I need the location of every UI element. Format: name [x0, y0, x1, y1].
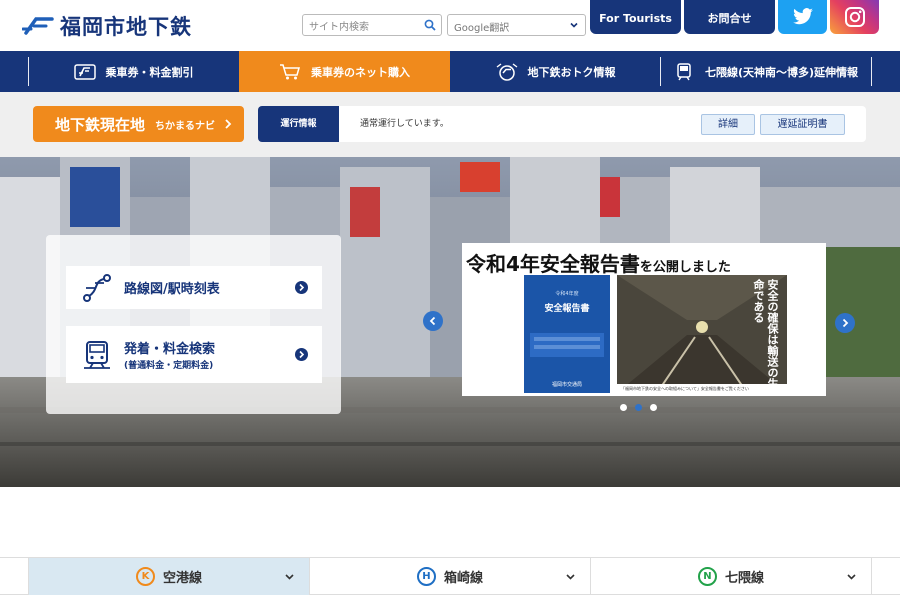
- report-footer: 福岡市交通局: [551, 382, 582, 388]
- report-year: 令和4年度: [555, 291, 579, 297]
- line-badge-k: K: [135, 567, 155, 586]
- subway-logo-icon: [22, 17, 54, 35]
- hero-section: 路線図/駅時刻表 発着・料金検索 (普通料金・定期料金) 令和4年安全報告書を公…: [0, 157, 900, 487]
- route-map-button[interactable]: 路線図/駅時刻表: [66, 266, 322, 309]
- status-text: 通常運行しています。: [360, 119, 449, 129]
- nav-item-label: 七隈線(天神南〜博多)延伸情報: [704, 65, 859, 79]
- tab-kuko-line[interactable]: K 空港線: [29, 558, 309, 595]
- chevron-right-circle-icon: [295, 281, 308, 294]
- fare-search-button[interactable]: 発着・料金検索 (普通料金・定期料金): [66, 326, 322, 383]
- instagram-button[interactable]: [830, 0, 879, 34]
- translate-select[interactable]: Google翻訳: [447, 14, 586, 36]
- ticket-icon: [73, 63, 96, 80]
- chevron-down-icon: [566, 574, 575, 580]
- line-badge-n: N: [697, 567, 717, 586]
- nav-item-label: 乗車券のネット購入: [311, 65, 410, 79]
- site-logo-text: 福岡市地下鉄: [60, 15, 192, 39]
- nav-item-deals[interactable]: 地下鉄おトク情報: [451, 51, 660, 92]
- tab-nanakuma-line[interactable]: N 七隈線: [591, 558, 871, 595]
- safety-report-banner[interactable]: 令和4年安全報告書を公開しました 令和4年度 安全報告書 福岡市交通局 安全の確…: [462, 243, 826, 396]
- chevron-right-circle-icon: [295, 348, 308, 361]
- carousel-next-button[interactable]: [835, 313, 855, 333]
- banner-title: 令和4年安全報告書を公開しました: [466, 248, 731, 277]
- fare-search-labels: 発着・料金検索 (普通料金・定期料金): [124, 338, 215, 371]
- cart-icon: [280, 63, 300, 79]
- search-input[interactable]: [303, 17, 421, 38]
- nav-item-label: 乗車券・料金割引: [105, 65, 194, 79]
- nav-item-label: 地下鉄おトク情報: [527, 65, 616, 79]
- banner-title-tail: を公開しました: [639, 260, 731, 275]
- subway-location-button[interactable]: 地下鉄現在地 ちかまるナビ: [33, 106, 244, 142]
- safety-slogan: 安全の確保は輸送の生命である: [752, 279, 779, 389]
- main-nav: 乗車券・料金割引 乗車券のネット購入 地下鉄おトク情報 七隈線(天神南〜博多)延…: [0, 51, 900, 92]
- chevron-down-icon: [285, 574, 294, 580]
- quick-links-panel: 路線図/駅時刻表 発着・料金検索 (普通料金・定期料金): [46, 235, 341, 414]
- nav-item-tickets[interactable]: 乗車券・料金割引: [29, 51, 238, 92]
- line-tabs: K 空港線 H 箱崎線 N 七隈線: [0, 557, 900, 595]
- delay-certificate-button[interactable]: 遅延証明書: [760, 114, 845, 135]
- site-logo[interactable]: 福岡市地下鉄: [22, 11, 192, 41]
- chevron-down-icon: [847, 574, 856, 580]
- search-icon[interactable]: [424, 19, 436, 31]
- contact-button[interactable]: お問合せ: [684, 0, 775, 34]
- site-header: 福岡市地下鉄 Google翻訳 For Tourists お問合せ: [0, 0, 900, 51]
- twitter-button[interactable]: [778, 0, 827, 34]
- line-name: 空港線: [162, 571, 202, 586]
- tab-divider: [871, 558, 872, 595]
- translate-label: Google翻訳: [454, 23, 510, 34]
- line-name: 箱崎線: [443, 571, 483, 586]
- line-badge-h: H: [416, 567, 436, 586]
- for-tourists-button[interactable]: For Tourists: [590, 0, 681, 34]
- nav-divider: [871, 57, 872, 86]
- carousel-prev-button[interactable]: [423, 311, 443, 331]
- twitter-icon: [792, 8, 813, 25]
- chevron-right-icon: [842, 318, 849, 328]
- report-title: 安全報告書: [544, 304, 590, 314]
- report-cover: 令和4年度 安全報告書 福岡市交通局: [524, 275, 610, 393]
- carousel-dot-active[interactable]: [635, 404, 642, 411]
- chevron-right-icon: [225, 119, 232, 129]
- route-map-label: 路線図/駅時刻表: [124, 282, 220, 297]
- tab-hakozaki-line[interactable]: H 箱崎線: [310, 558, 590, 595]
- route-map-icon: [83, 273, 111, 302]
- site-search[interactable]: [302, 14, 442, 38]
- line-name: 七隈線: [724, 571, 764, 586]
- coupon-icon: [496, 62, 517, 81]
- operation-status: 運行情報 通常運行しています。 詳細 遅延証明書: [258, 106, 866, 142]
- detail-button[interactable]: 詳細: [701, 114, 755, 135]
- banner-caption: 「福岡市地下鉄の安全への取組みについて」安全報告書をご覧ください: [617, 384, 787, 394]
- tunnel-photo: 安全の確保は輸送の生命である: [617, 275, 787, 393]
- chevron-left-icon: [429, 316, 436, 326]
- nav-item-nanakuma-extension[interactable]: 七隈線(天神南〜博多)延伸情報: [661, 51, 870, 92]
- report-cover-illustration: [530, 333, 604, 357]
- banner-title-main: 令和4年安全報告書: [466, 252, 640, 276]
- info-bar: 地下鉄現在地 ちかまるナビ 運行情報 通常運行しています。 詳細 遅延証明書: [0, 92, 900, 157]
- location-sub-label: ちかまるナビ: [155, 120, 216, 132]
- carousel-dot[interactable]: [650, 404, 657, 411]
- instagram-icon: [844, 7, 865, 27]
- fare-search-label: 発着・料金検索: [124, 342, 216, 357]
- location-main-label: 地下鉄現在地: [55, 115, 146, 134]
- carousel-dot[interactable]: [620, 404, 627, 411]
- train-front-icon: [84, 340, 110, 369]
- status-label: 運行情報: [258, 106, 339, 142]
- fare-search-sublabel: (普通料金・定期料金): [124, 361, 214, 371]
- train-icon: [677, 62, 691, 80]
- chevron-down-icon: [570, 22, 578, 28]
- nav-item-online-purchase[interactable]: 乗車券のネット購入: [239, 51, 450, 92]
